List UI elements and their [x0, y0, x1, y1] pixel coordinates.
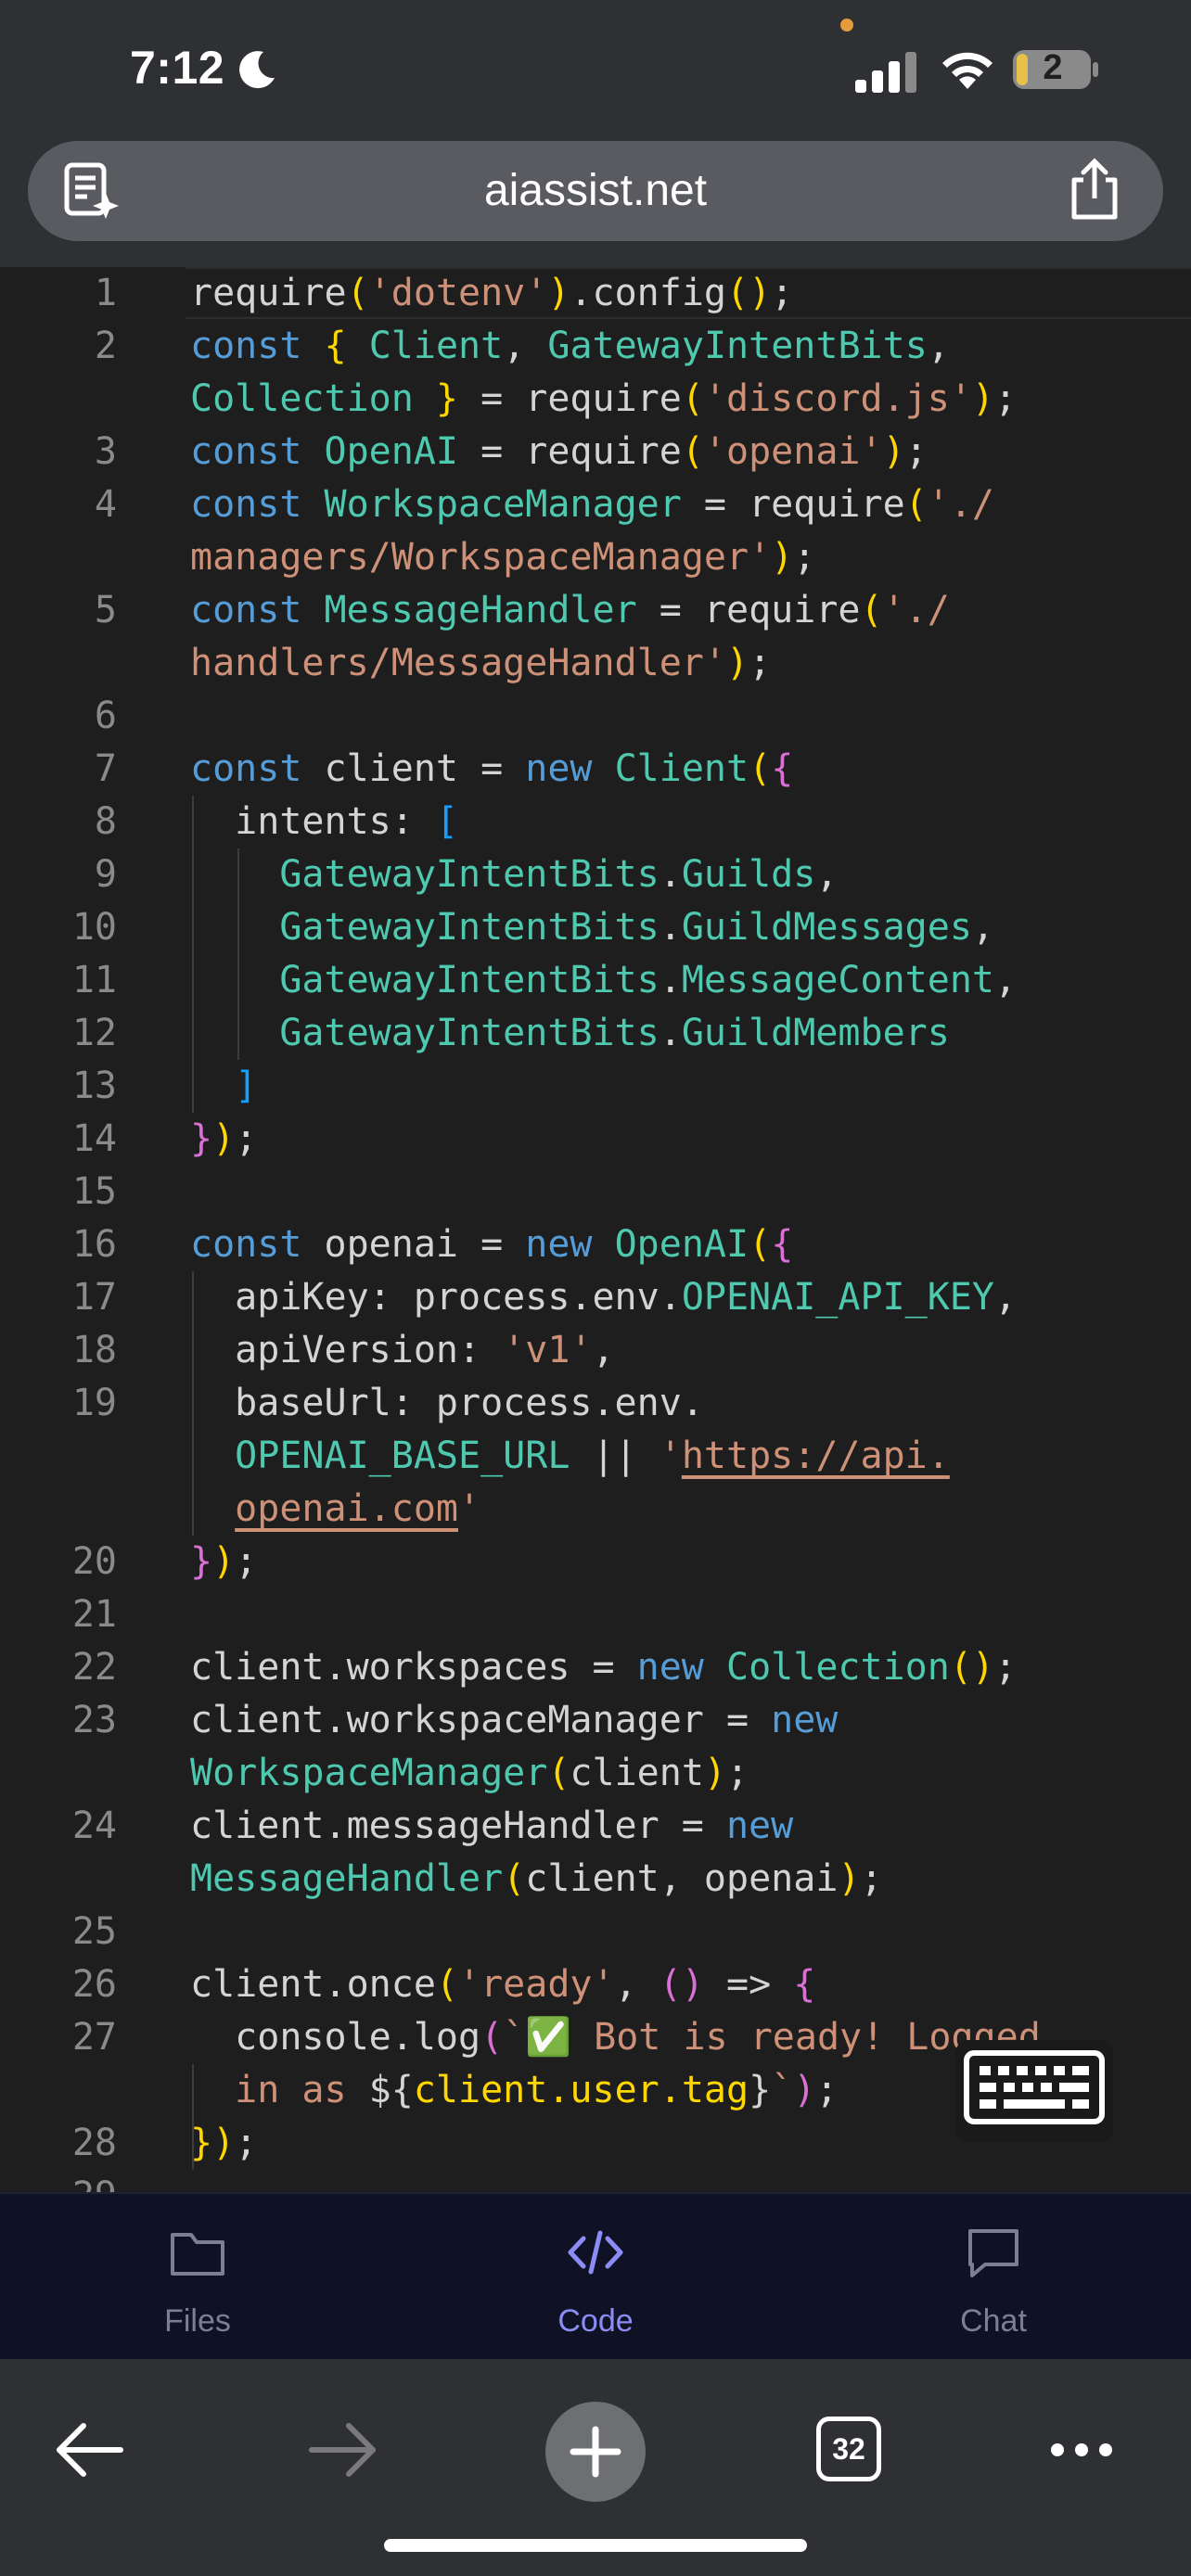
line-number: 4: [94, 483, 117, 526]
more-options-icon[interactable]: [1048, 2439, 1115, 2461]
line-number: 19: [71, 1382, 117, 1424]
line-number: 10: [71, 906, 117, 949]
code-line[interactable]: const openai = new OpenAI({: [190, 1218, 1163, 1271]
back-arrow-icon[interactable]: [54, 2422, 124, 2478]
code-line-wrap[interactable]: openai.com': [190, 1483, 1163, 1536]
line-number: 12: [71, 1012, 117, 1054]
code-line[interactable]: });: [190, 1536, 1163, 1588]
code-line-wrap[interactable]: OPENAI_BASE_URL || 'https://api.: [190, 1430, 1163, 1483]
line-number: 24: [71, 1804, 117, 1847]
cellular-signal-icon: [855, 52, 916, 93]
line-number: 1: [94, 272, 117, 314]
code-line[interactable]: client.workspaces = new Collection();: [190, 1641, 1163, 1694]
code-line[interactable]: apiVersion: 'v1',: [190, 1324, 1163, 1377]
line-number: 14: [71, 1117, 117, 1160]
line-number: 27: [71, 2016, 117, 2059]
privacy-indicator-dot: [840, 19, 853, 32]
code-line-wrap[interactable]: MessageHandler(client, openai);: [190, 1853, 1163, 1906]
line-number: 5: [94, 589, 117, 631]
code-line[interactable]: client.messageHandler = new: [190, 1800, 1163, 1853]
line-number: 25: [71, 1910, 117, 1953]
code-line-wrap[interactable]: WorkspaceManager(client);: [190, 1747, 1163, 1800]
code-line[interactable]: GatewayIntentBits.MessageContent,: [190, 954, 1163, 1007]
code-line[interactable]: baseUrl: process.env.: [190, 1377, 1163, 1430]
line-number: 3: [94, 430, 117, 473]
code-line-wrap[interactable]: handlers/MessageHandler');: [190, 637, 1163, 690]
status-time: 7:12: [130, 42, 225, 94]
code-line[interactable]: GatewayIntentBits.Guilds,: [190, 848, 1163, 901]
moon-icon: [239, 51, 275, 89]
keyboard-icon: [964, 2050, 1105, 2124]
line-number: 21: [71, 1593, 117, 1636]
code-line[interactable]: GatewayIntentBits.GuildMessages,: [190, 901, 1163, 954]
tab-code[interactable]: Code: [456, 2194, 735, 2361]
line-number: 8: [94, 800, 117, 843]
reader-mode-icon[interactable]: [61, 161, 121, 221]
tab-files[interactable]: Files: [58, 2194, 337, 2361]
line-number: 6: [94, 695, 117, 737]
line-number: 16: [71, 1223, 117, 1266]
code-line[interactable]: const { Client, GatewayIntentBits,: [190, 320, 1163, 373]
line-number: 2: [94, 325, 117, 367]
tabs-overview-button[interactable]: 32: [816, 2417, 881, 2481]
code-line-wrap[interactable]: Collection } = require('discord.js');: [190, 373, 1163, 426]
new-tab-plus-icon[interactable]: [544, 2400, 647, 2504]
line-number: 9: [94, 853, 117, 896]
code-line-wrap[interactable]: managers/WorkspaceManager');: [190, 531, 1163, 584]
line-number: 18: [71, 1329, 117, 1371]
line-number: 22: [71, 1646, 117, 1689]
tab-label: Code: [557, 2303, 634, 2339]
code-line[interactable]: ]: [190, 1060, 1163, 1113]
code-line[interactable]: intents: [: [190, 796, 1163, 848]
code-line[interactable]: });: [190, 1113, 1163, 1166]
code-line[interactable]: const WorkspaceManager = require('./: [190, 478, 1163, 531]
code-editor[interactable]: 1 2 3 4 5 6 7 8 9 10 11 12 13 14 15 16 1…: [0, 267, 1191, 2192]
battery-level: 2: [1043, 48, 1063, 87]
code-line[interactable]: client.workspaceManager = new: [190, 1694, 1163, 1747]
line-number: 28: [71, 2122, 117, 2164]
tab-label: Chat: [960, 2303, 1027, 2339]
home-indicator[interactable]: [384, 2539, 807, 2552]
url-link: openai.com: [235, 1487, 458, 1530]
chat-icon: [968, 2229, 1018, 2277]
code-line[interactable]: apiKey: process.env.OPENAI_API_KEY,: [190, 1271, 1163, 1324]
code-line[interactable]: GatewayIntentBits.GuildMembers: [190, 1007, 1163, 1060]
app-tab-bar: Files Code Chat: [0, 2192, 1191, 2361]
line-number: 13: [71, 1065, 117, 1107]
url-text[interactable]: aiassist.net: [28, 141, 1163, 241]
line-number: 15: [71, 1170, 117, 1213]
keyboard-toggle-button[interactable]: [955, 2040, 1113, 2142]
tab-label: Files: [164, 2303, 231, 2339]
line-number: 26: [71, 1963, 117, 2006]
address-bar[interactable]: aiassist.net: [28, 141, 1163, 241]
line-number: 20: [71, 1540, 117, 1583]
tab-chat[interactable]: Chat: [854, 2194, 1133, 2361]
browser-top-chrome: 7:12 2 aiassist.net: [0, 0, 1191, 267]
code-line[interactable]: const OpenAI = require('openai');: [190, 426, 1163, 478]
code-icon: [568, 2230, 623, 2275]
line-number: 29: [37, 2170, 117, 2192]
share-icon[interactable]: [1065, 158, 1124, 223]
forward-arrow-icon[interactable]: [308, 2422, 378, 2478]
line-number: 11: [71, 959, 117, 1001]
folder-icon: [171, 2233, 224, 2276]
line-number: 7: [94, 747, 117, 790]
line-number: 17: [71, 1276, 117, 1319]
code-line[interactable]: require('dotenv').config();: [190, 267, 1163, 320]
wifi-icon: [942, 52, 992, 89]
line-number: 23: [71, 1699, 117, 1741]
code-line[interactable]: const MessageHandler = require('./: [190, 584, 1163, 637]
code-line[interactable]: const client = new Client({: [190, 743, 1163, 796]
code-line[interactable]: client.once('ready', () => {: [190, 1958, 1163, 2011]
url-link: https://api.: [681, 1435, 950, 1477]
